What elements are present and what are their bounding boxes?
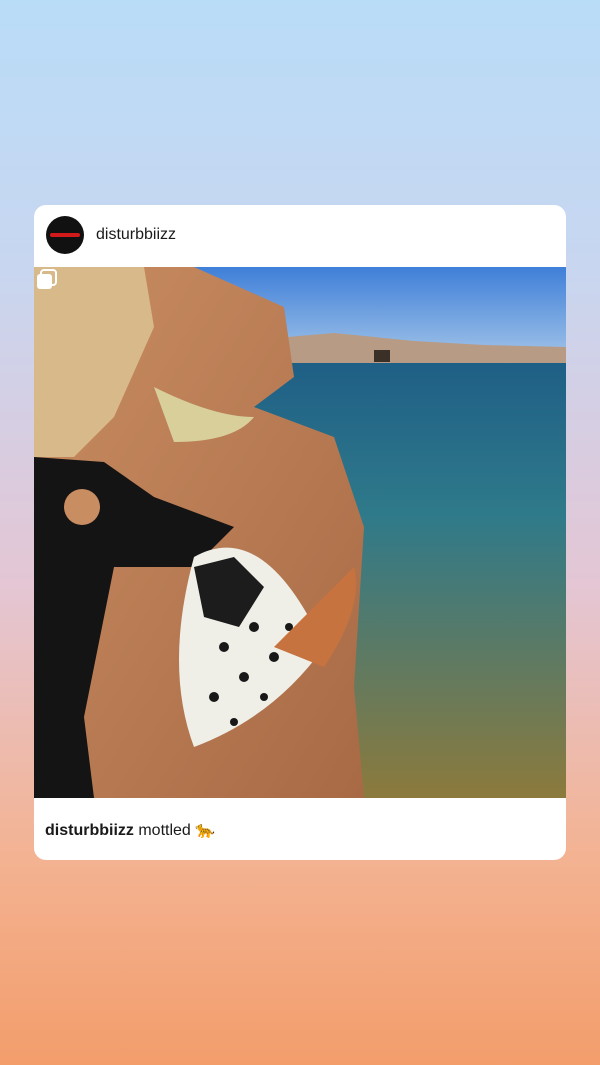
avatar[interactable] [46, 216, 84, 254]
photo-illustration [34, 267, 566, 798]
post-header: disturbbiizz [34, 205, 566, 267]
caption-username[interactable]: disturbbiizz [45, 822, 134, 839]
caption-text: mottled 🐆 [138, 822, 216, 839]
avatar-graphic [50, 233, 80, 237]
post-username[interactable]: disturbbiizz [96, 226, 176, 244]
post-caption: disturbbiizz mottled 🐆 [45, 820, 215, 840]
multiple-images-icon [37, 269, 57, 289]
post-card: disturbbiizz disturbbiizz mottled 🐆 [34, 205, 566, 860]
post-image[interactable] [34, 267, 566, 798]
